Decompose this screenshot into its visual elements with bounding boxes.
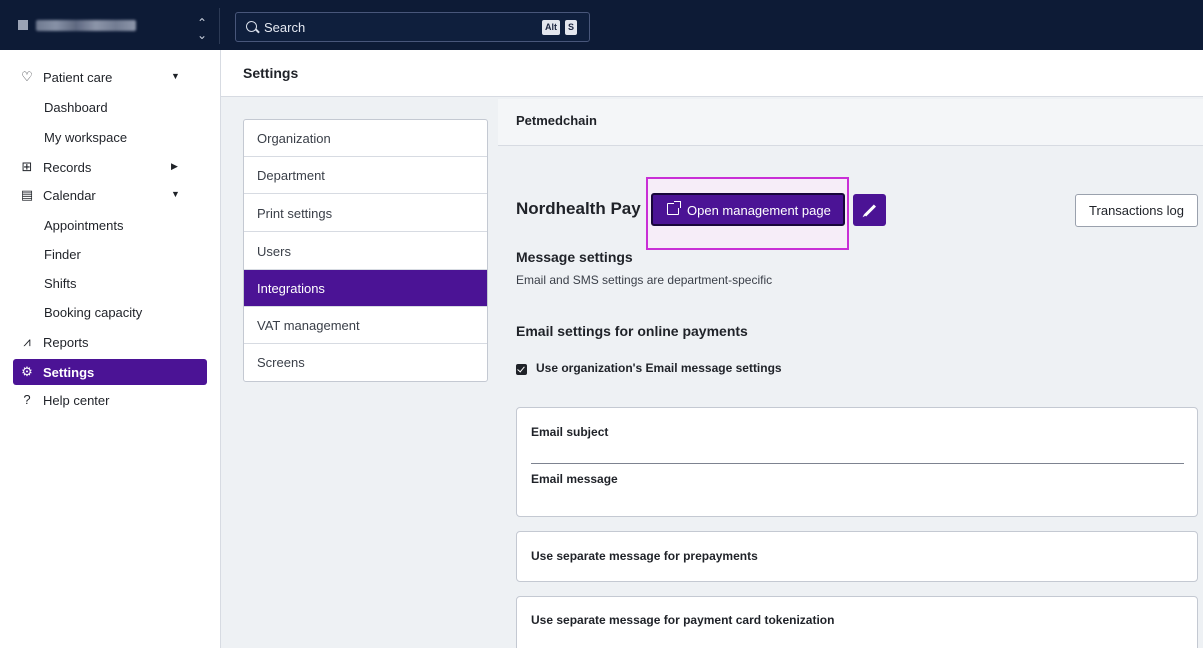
sidebar-item-help-center[interactable]: ? Help center — [13, 387, 207, 413]
sidebar-item-booking-capacity[interactable]: Booking capacity — [44, 305, 142, 320]
organization-name: Petmedchain — [516, 113, 597, 128]
sidebar: ♡ Patient care ▼ Dashboard My workspace … — [0, 50, 221, 648]
settings-menu-department[interactable]: Department — [244, 157, 487, 194]
prepayments-message-card[interactable]: Use separate message for prepayments — [516, 531, 1198, 582]
use-org-email-label[interactable]: Use organization's Email message setting… — [536, 361, 782, 375]
sidebar-item-reports[interactable]: ⩘ Reports — [13, 329, 207, 355]
settings-menu-organization[interactable]: Organization — [244, 120, 487, 157]
organization-logo-icon — [18, 20, 28, 30]
main-header: Settings — [221, 50, 1203, 97]
settings-menu-users[interactable]: Users — [244, 233, 487, 270]
sidebar-item-label: Calendar — [43, 188, 96, 203]
menu-item-label: VAT management — [257, 318, 360, 333]
shortcut-key-alt: Alt — [542, 20, 560, 35]
edit-button[interactable] — [853, 194, 886, 226]
sidebar-item-label: Settings — [43, 365, 95, 380]
button-label: Open management page — [687, 203, 831, 218]
integration-title: Nordhealth Pay — [516, 199, 641, 218]
use-org-email-checkbox[interactable] — [516, 364, 527, 375]
organization-switcher[interactable]: ⌃ ⌄ — [6, 8, 220, 44]
search-input[interactable]: Search Alt S — [235, 12, 590, 42]
sidebar-item-label: Help center — [43, 393, 110, 408]
menu-item-label: Print settings — [257, 206, 333, 221]
page-title: Settings — [243, 65, 299, 81]
open-management-page-button[interactable]: Open management page — [651, 193, 845, 226]
email-settings-title: Email settings for online payments — [516, 323, 748, 339]
organization-name-blurred — [36, 20, 136, 31]
sidebar-item-dashboard[interactable]: Dashboard — [44, 100, 108, 115]
settings-menu-screens[interactable]: Screens — [244, 344, 487, 381]
external-link-icon — [667, 201, 681, 215]
sidebar-item-label: Reports — [43, 335, 89, 350]
settings-menu: Organization Department Print settings U… — [243, 119, 488, 382]
calendar-icon: ▤ — [20, 187, 34, 202]
caret-down-icon: ▼ — [171, 71, 180, 81]
settings-menu-print-settings[interactable]: Print settings — [244, 195, 487, 232]
menu-item-label: Screens — [257, 355, 305, 370]
prepayments-message-label: Use separate message for prepayments — [531, 549, 758, 563]
sidebar-item-label: Patient care — [43, 70, 113, 85]
sidebar-item-settings[interactable]: ⚙ Settings — [13, 359, 207, 385]
email-template-card: Email subject Email message — [516, 407, 1198, 517]
search-placeholder: Search — [264, 20, 306, 35]
caret-right-icon: ▶ — [171, 161, 178, 171]
sidebar-item-label: Records — [43, 160, 92, 175]
sidebar-item-calendar[interactable]: ▤ Calendar ▼ — [13, 182, 207, 208]
menu-item-label: Organization — [257, 131, 331, 146]
caret-down-icon: ▼ — [171, 189, 180, 199]
sidebar-item-patient-care[interactable]: ♡ Patient care ▼ — [13, 64, 207, 90]
heart-pulse-icon: ♡ — [21, 69, 33, 84]
transactions-log-button[interactable]: Transactions log — [1075, 194, 1198, 227]
menu-item-label: Department — [257, 168, 325, 183]
tokenization-message-card[interactable]: Use separate message for payment card to… — [516, 596, 1198, 648]
divider — [531, 463, 1184, 464]
email-message-label: Email message — [531, 472, 618, 486]
sidebar-item-finder[interactable]: Finder — [44, 247, 81, 262]
chevron-up-down-icon: ⌃ ⌄ — [196, 16, 207, 42]
settings-menu-integrations[interactable]: Integrations — [244, 270, 487, 307]
chart-line-icon: ⩘ — [23, 334, 31, 349]
sidebar-item-shifts[interactable]: Shifts — [44, 276, 77, 291]
gear-icon: ⚙ — [21, 364, 33, 379]
message-settings-title: Message settings — [516, 249, 633, 265]
sidebar-item-appointments[interactable]: Appointments — [44, 218, 124, 233]
menu-item-label: Users — [257, 244, 291, 259]
menu-item-label: Integrations — [257, 281, 325, 296]
email-subject-label: Email subject — [531, 425, 609, 439]
pencil-icon — [863, 204, 877, 217]
content-header: Petmedchain — [498, 99, 1203, 146]
sidebar-item-records[interactable]: ⊞ Records ▶ — [13, 154, 207, 180]
search-icon — [246, 21, 257, 32]
top-bar: ⌃ ⌄ Search Alt S — [0, 0, 1203, 50]
shortcut-key-s: S — [565, 20, 578, 35]
settings-menu-vat-management[interactable]: VAT management — [244, 307, 487, 344]
message-settings-description: Email and SMS settings are department-sp… — [516, 273, 773, 287]
help-circle-icon: ? — [23, 392, 31, 407]
tokenization-message-label: Use separate message for payment card to… — [531, 613, 835, 627]
sidebar-item-my-workspace[interactable]: My workspace — [44, 130, 127, 145]
records-icon: ⊞ — [21, 159, 33, 174]
